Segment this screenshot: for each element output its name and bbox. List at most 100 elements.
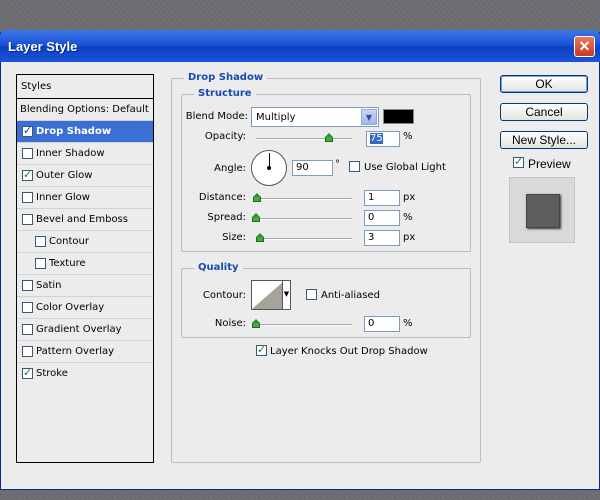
angle-value: 90 [296,162,309,173]
size-slider-thumb[interactable] [256,233,264,242]
angle-label: Angle: [214,163,246,174]
spread-input[interactable]: 0 [364,210,400,226]
blend-mode-value: Multiply [256,112,296,123]
close-button[interactable]: ✕ [574,36,595,57]
style-item-texture[interactable]: Texture [17,253,153,275]
styles-header-label: Styles [21,81,52,92]
style-item-inner-shadow[interactable]: Inner Shadow [17,143,153,165]
angle-unit: ° [335,159,340,170]
noise-slider[interactable] [256,324,352,326]
style-item-drop-shadow[interactable]: Drop Shadow [17,121,153,143]
style-item-label: Color Overlay [36,302,105,313]
shadow-color-swatch[interactable] [383,109,414,124]
spread-label: Spread: [207,212,246,223]
style-item-label: Gradient Overlay [36,324,122,335]
noise-value: 0 [368,318,375,329]
size-slider[interactable] [256,238,352,240]
style-item-label: Pattern Overlay [36,346,115,357]
contour-checkbox[interactable] [35,236,46,247]
style-item-label: Outer Glow [36,170,93,181]
anti-aliased-checkbox[interactable] [306,289,317,300]
title-bar: Layer Style [0,30,600,62]
distance-slider[interactable] [256,198,352,200]
drop-shadow-checkbox[interactable] [22,124,33,137]
knockout-label: Layer Knocks Out Drop Shadow [270,346,428,357]
style-item-label: Bevel and Emboss [36,214,128,225]
spread-value: 0 [368,212,375,223]
angle-dial-center [267,166,271,170]
contour-picker[interactable]: ▼ [251,280,291,310]
style-item-bevel-and-emboss[interactable]: Bevel and Emboss [17,209,153,231]
quality-heading: Quality [194,262,243,273]
distance-label: Distance: [198,192,246,203]
inner-glow-checkbox[interactable] [22,192,33,203]
satin-checkbox[interactable] [22,280,33,291]
chevron-down-icon[interactable]: ▼ [282,281,290,309]
style-item-label: Stroke [36,368,68,379]
stroke-checkbox[interactable] [22,366,33,379]
spread-unit: % [403,212,413,223]
style-item-stroke[interactable]: Stroke [17,363,153,385]
knockout-checkbox[interactable] [256,343,267,356]
use-global-light-checkbox[interactable] [349,161,360,172]
style-item-outer-glow[interactable]: Outer Glow [17,165,153,187]
window-title: Layer Style [8,39,78,54]
styles-header[interactable]: Styles [17,75,153,99]
style-item-label: Contour [49,236,89,247]
texture-checkbox[interactable] [35,258,46,269]
style-item-pattern-overlay[interactable]: Pattern Overlay [17,341,153,363]
ok-button[interactable]: OK [500,75,588,93]
pattern-overlay-checkbox[interactable] [22,346,33,357]
distance-value: 1 [368,192,375,203]
size-value: 3 [368,232,375,243]
close-icon: ✕ [578,38,591,54]
distance-input[interactable]: 1 [364,190,400,206]
new-style-button[interactable]: New Style... [500,131,588,149]
size-input[interactable]: 3 [364,230,400,246]
noise-input[interactable]: 0 [364,316,400,332]
style-item-inner-glow[interactable]: Inner Glow [17,187,153,209]
blending-options-label: Blending Options: Default [20,104,149,115]
cancel-button[interactable]: Cancel [500,103,588,121]
style-item-label: Inner Glow [36,192,90,203]
color-overlay-checkbox[interactable] [22,302,33,313]
opacity-slider-thumb[interactable] [325,133,333,142]
noise-slider-thumb[interactable] [252,319,260,328]
angle-dial[interactable] [251,150,287,186]
inner-shadow-checkbox[interactable] [22,148,33,159]
style-item-label: Satin [36,280,62,291]
opacity-unit: % [403,131,413,142]
angle-input[interactable]: 90 [292,160,333,176]
opacity-label: Opacity: [204,131,246,142]
preview-swatch [526,194,560,228]
size-unit: px [403,232,416,243]
contour-preview [252,281,284,309]
styles-list: Styles Blending Options: Default Drop Sh… [16,74,154,463]
gradient-overlay-checkbox[interactable] [22,324,33,335]
style-item-gradient-overlay[interactable]: Gradient Overlay [17,319,153,341]
chevron-down-icon[interactable]: ▼ [361,109,377,125]
blend-mode-select[interactable]: Multiply ▼ [251,107,379,127]
style-item-satin[interactable]: Satin [17,275,153,297]
preview-checkbox[interactable] [513,155,524,168]
structure-heading: Structure [194,88,256,99]
blending-options-item[interactable]: Blending Options: Default [17,99,153,121]
spread-slider[interactable] [256,218,352,220]
distance-slider-thumb[interactable] [253,193,261,202]
spread-slider-thumb[interactable] [252,213,260,222]
noise-label: Noise: [214,318,246,329]
use-global-light-label: Use Global Light [364,162,446,173]
anti-aliased-label: Anti-aliased [321,290,381,301]
opacity-slider[interactable] [256,138,352,140]
style-item-color-overlay[interactable]: Color Overlay [17,297,153,319]
opacity-input[interactable]: 75 [366,131,400,147]
style-item-label: Inner Shadow [36,148,105,159]
noise-unit: % [403,318,413,329]
style-preview-thumbnail [509,177,575,243]
blend-mode-label: Blend Mode: [185,111,248,122]
style-item-contour[interactable]: Contour [17,231,153,253]
style-item-label: Texture [49,258,86,269]
outer-glow-checkbox[interactable] [22,168,33,181]
bevel-emboss-checkbox[interactable] [22,214,33,225]
preview-label: Preview [528,157,571,171]
